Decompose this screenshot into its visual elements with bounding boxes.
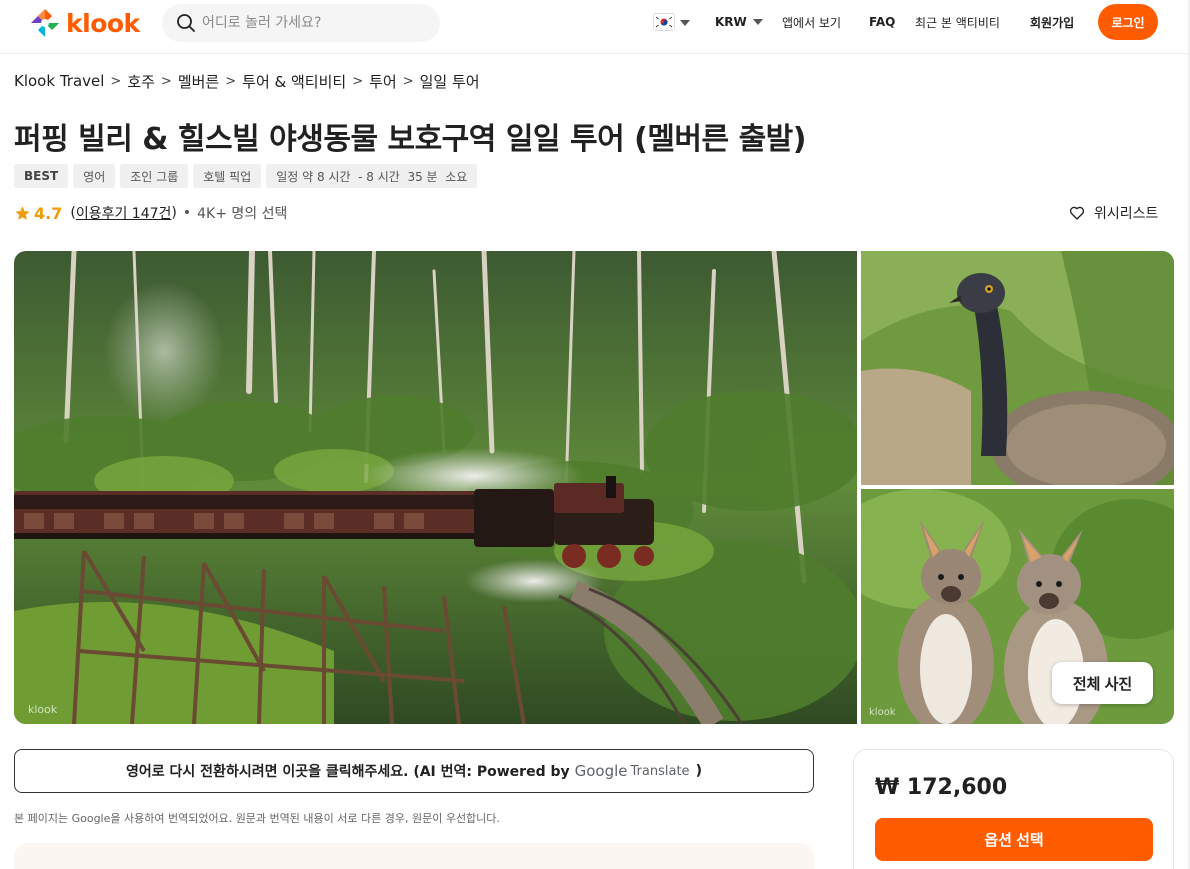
page-title: 퍼핑 빌리 & 힐스빌 야생동물 보호구역 일일 투어 (멜버른 출발) bbox=[14, 122, 806, 157]
main-photo[interactable]: klook bbox=[14, 251, 857, 724]
reviews-link[interactable]: 이용후기 147건 bbox=[76, 203, 172, 223]
login-button[interactable]: 로그인 bbox=[1098, 4, 1158, 40]
select-options-button[interactable]: 옵션 선택 bbox=[875, 818, 1153, 861]
tag-best: BEST bbox=[14, 164, 69, 188]
flag-graphic bbox=[654, 15, 674, 29]
emu-photo[interactable] bbox=[861, 251, 1174, 485]
breadcrumb-item[interactable]: 호주 bbox=[127, 71, 155, 92]
chevron-right-icon: > bbox=[352, 73, 364, 89]
chevron-right-icon: > bbox=[225, 73, 237, 89]
tag-language: 영어 bbox=[73, 164, 116, 188]
heart-icon bbox=[1069, 206, 1085, 220]
chevron-down-icon bbox=[752, 19, 763, 25]
korea-flag-icon[interactable] bbox=[653, 13, 675, 31]
top-header: klook KRW 앱에서 보기 FAQ 최근 본 액티비티 회원가입 bbox=[0, 0, 1190, 54]
booking-card: ₩ 172,600 옵션 선택 bbox=[853, 749, 1174, 869]
search-bar[interactable] bbox=[162, 4, 440, 42]
tag-duration: 일정 약 8 시간 - 8 시간 35 분 소요 bbox=[266, 164, 478, 188]
search-input[interactable] bbox=[202, 15, 422, 31]
train-forest-image: klook bbox=[14, 251, 857, 724]
separator-dot: • bbox=[182, 205, 192, 221]
activity-tags: BEST 영어 조인 그룹 호텔 픽업 일정 약 8 시간 - 8 시간 35 … bbox=[14, 164, 478, 188]
photo-watermark: klook bbox=[869, 707, 896, 718]
booked-count: 4K+ 명의 선택 bbox=[197, 206, 288, 222]
wishlist-label: 위시리스트 bbox=[1094, 206, 1159, 222]
currency-selector[interactable]: KRW bbox=[715, 0, 763, 44]
translate-logo-text: Translate bbox=[630, 763, 690, 779]
tag-pickup: 호텔 픽업 bbox=[193, 164, 262, 188]
photo-watermark: klook bbox=[28, 703, 58, 716]
recent-activities-link[interactable]: 최근 본 액티비티 bbox=[915, 0, 1000, 44]
breadcrumb-item[interactable]: Klook Travel bbox=[14, 72, 104, 90]
rating-row: 4.7 ( 이용후기 147건 ) • 4K+ 명의 선택 bbox=[14, 202, 287, 224]
breadcrumb-item[interactable]: 투어 & 액티비티 bbox=[242, 71, 346, 92]
translate-button-text: 영어로 다시 전환하시려면 이곳을 클릭해주세요. (AI 번역: Powere… bbox=[126, 764, 570, 780]
google-logo-text: Google bbox=[574, 762, 628, 780]
tag-group: 조인 그룹 bbox=[120, 164, 189, 188]
klook-logo[interactable]: klook bbox=[28, 6, 140, 40]
search-icon bbox=[177, 14, 195, 32]
klook-logo-icon bbox=[29, 7, 61, 39]
currency-label: KRW bbox=[715, 15, 747, 29]
switch-language-button[interactable]: 영어로 다시 전환하시려면 이곳을 클릭해주세요. (AI 번역: Powere… bbox=[14, 749, 814, 793]
translate-close-paren: ) bbox=[695, 763, 702, 779]
content-card bbox=[14, 843, 814, 869]
rating-value: 4.7 bbox=[34, 203, 63, 223]
klook-wordmark: klook bbox=[66, 8, 140, 38]
faq-link[interactable]: FAQ bbox=[869, 0, 895, 44]
wishlist-button[interactable]: 위시리스트 bbox=[1068, 202, 1158, 224]
view-all-photos-button[interactable]: 전체 사진 bbox=[1052, 662, 1153, 704]
chevron-down-icon[interactable] bbox=[680, 20, 690, 26]
emu-image bbox=[861, 251, 1174, 485]
chevron-right-icon: > bbox=[402, 73, 414, 89]
faq-label: FAQ bbox=[869, 15, 896, 29]
breadcrumb-item[interactable]: 멜버른 bbox=[178, 71, 219, 92]
reviews-close-paren: ) bbox=[171, 205, 177, 221]
chevron-right-icon: > bbox=[160, 73, 172, 89]
breadcrumb-item-current[interactable]: 일일 투어 bbox=[420, 71, 480, 92]
app-link-label: 앱에서 보기 bbox=[782, 15, 842, 30]
breadcrumb-item[interactable]: 투어 bbox=[369, 71, 397, 92]
signup-link[interactable]: 회원가입 bbox=[1030, 0, 1074, 44]
chevron-right-icon: > bbox=[110, 73, 122, 89]
star-icon bbox=[15, 205, 30, 220]
breadcrumb: Klook Travel > 호주 > 멜버른 > 투어 & 액티비티 > 투어… bbox=[14, 70, 480, 92]
app-link[interactable]: 앱에서 보기 bbox=[782, 0, 841, 44]
recent-label: 최근 본 액티비티 bbox=[915, 15, 1000, 30]
signup-label: 회원가입 bbox=[1030, 15, 1075, 30]
translation-notice: 본 페이지는 Google을 사용하여 번역되었어요. 원문과 번역된 내용이 … bbox=[14, 812, 500, 825]
price-value: ₩ 172,600 bbox=[875, 775, 1008, 800]
